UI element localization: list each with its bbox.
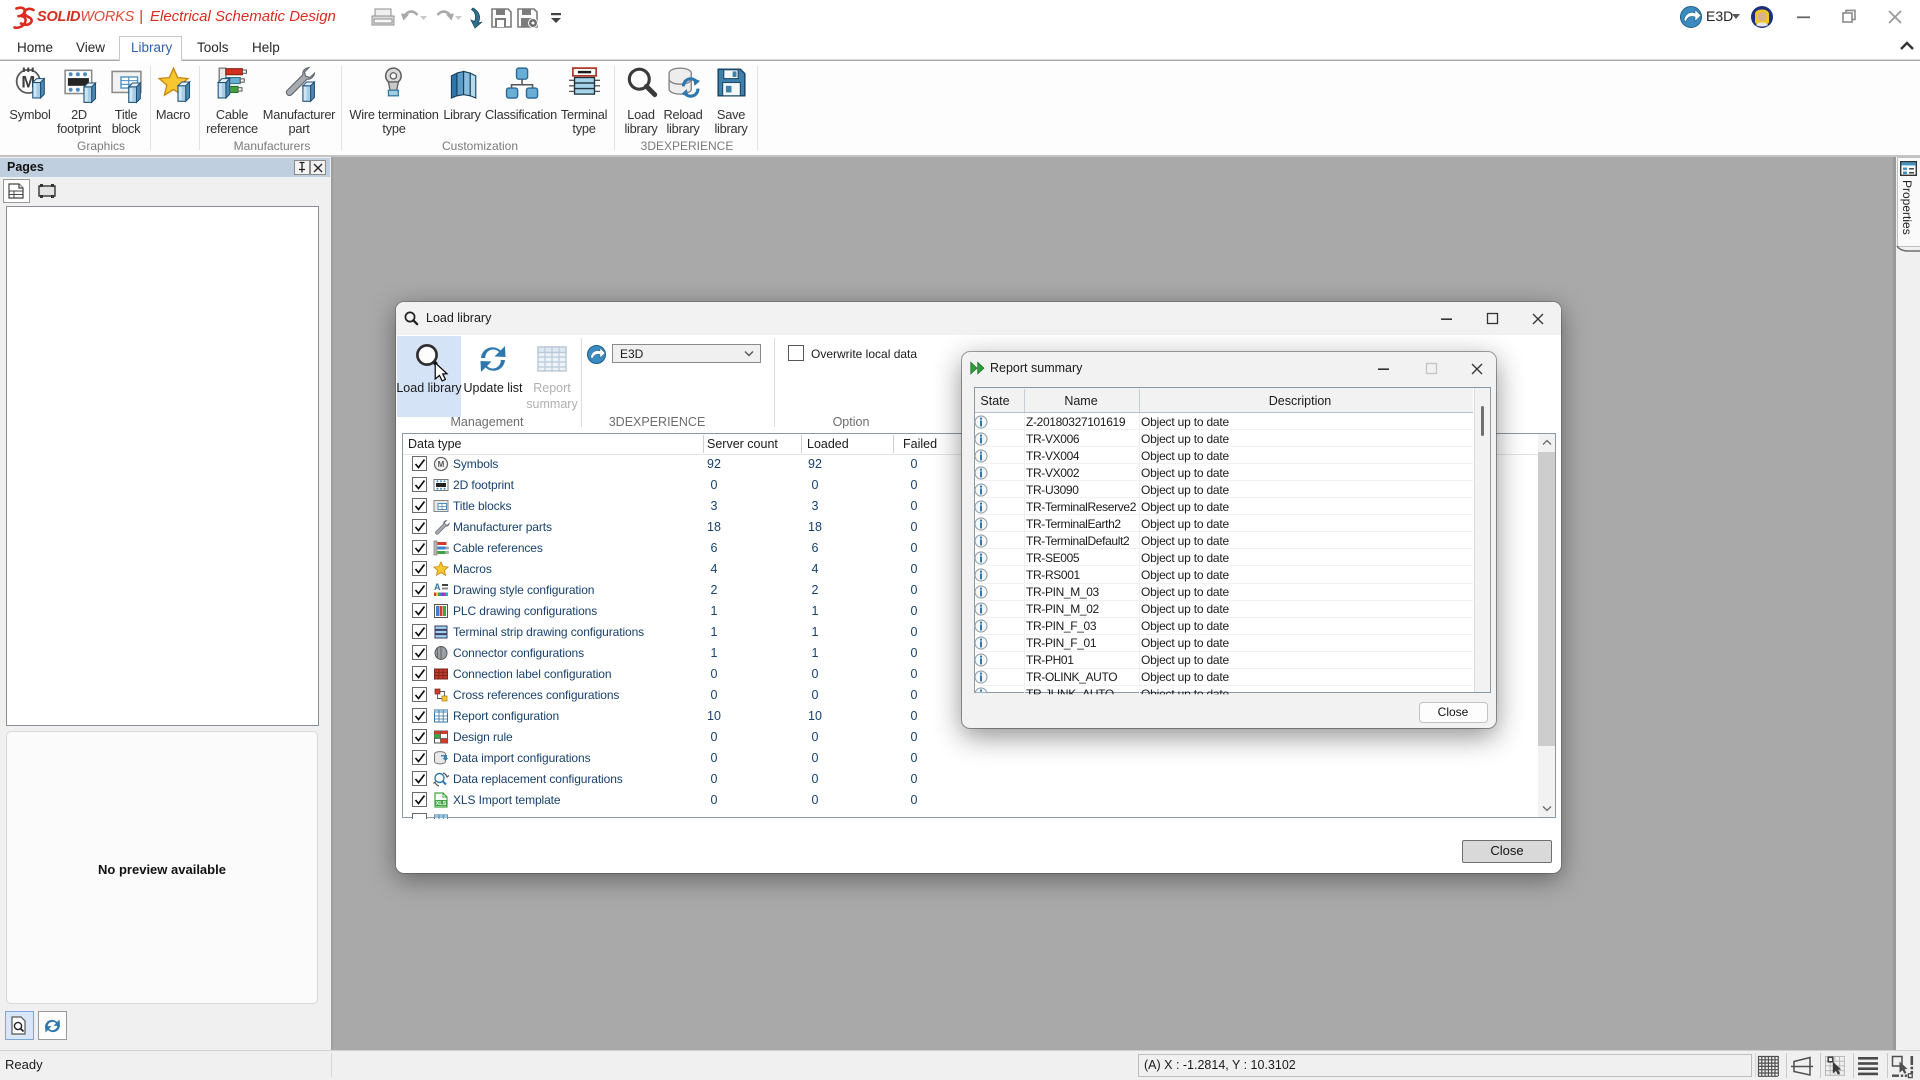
svg-text:XLS: XLS bbox=[436, 801, 447, 807]
svg-text:M: M bbox=[438, 460, 445, 469]
svg-text:A: A bbox=[434, 582, 441, 592]
